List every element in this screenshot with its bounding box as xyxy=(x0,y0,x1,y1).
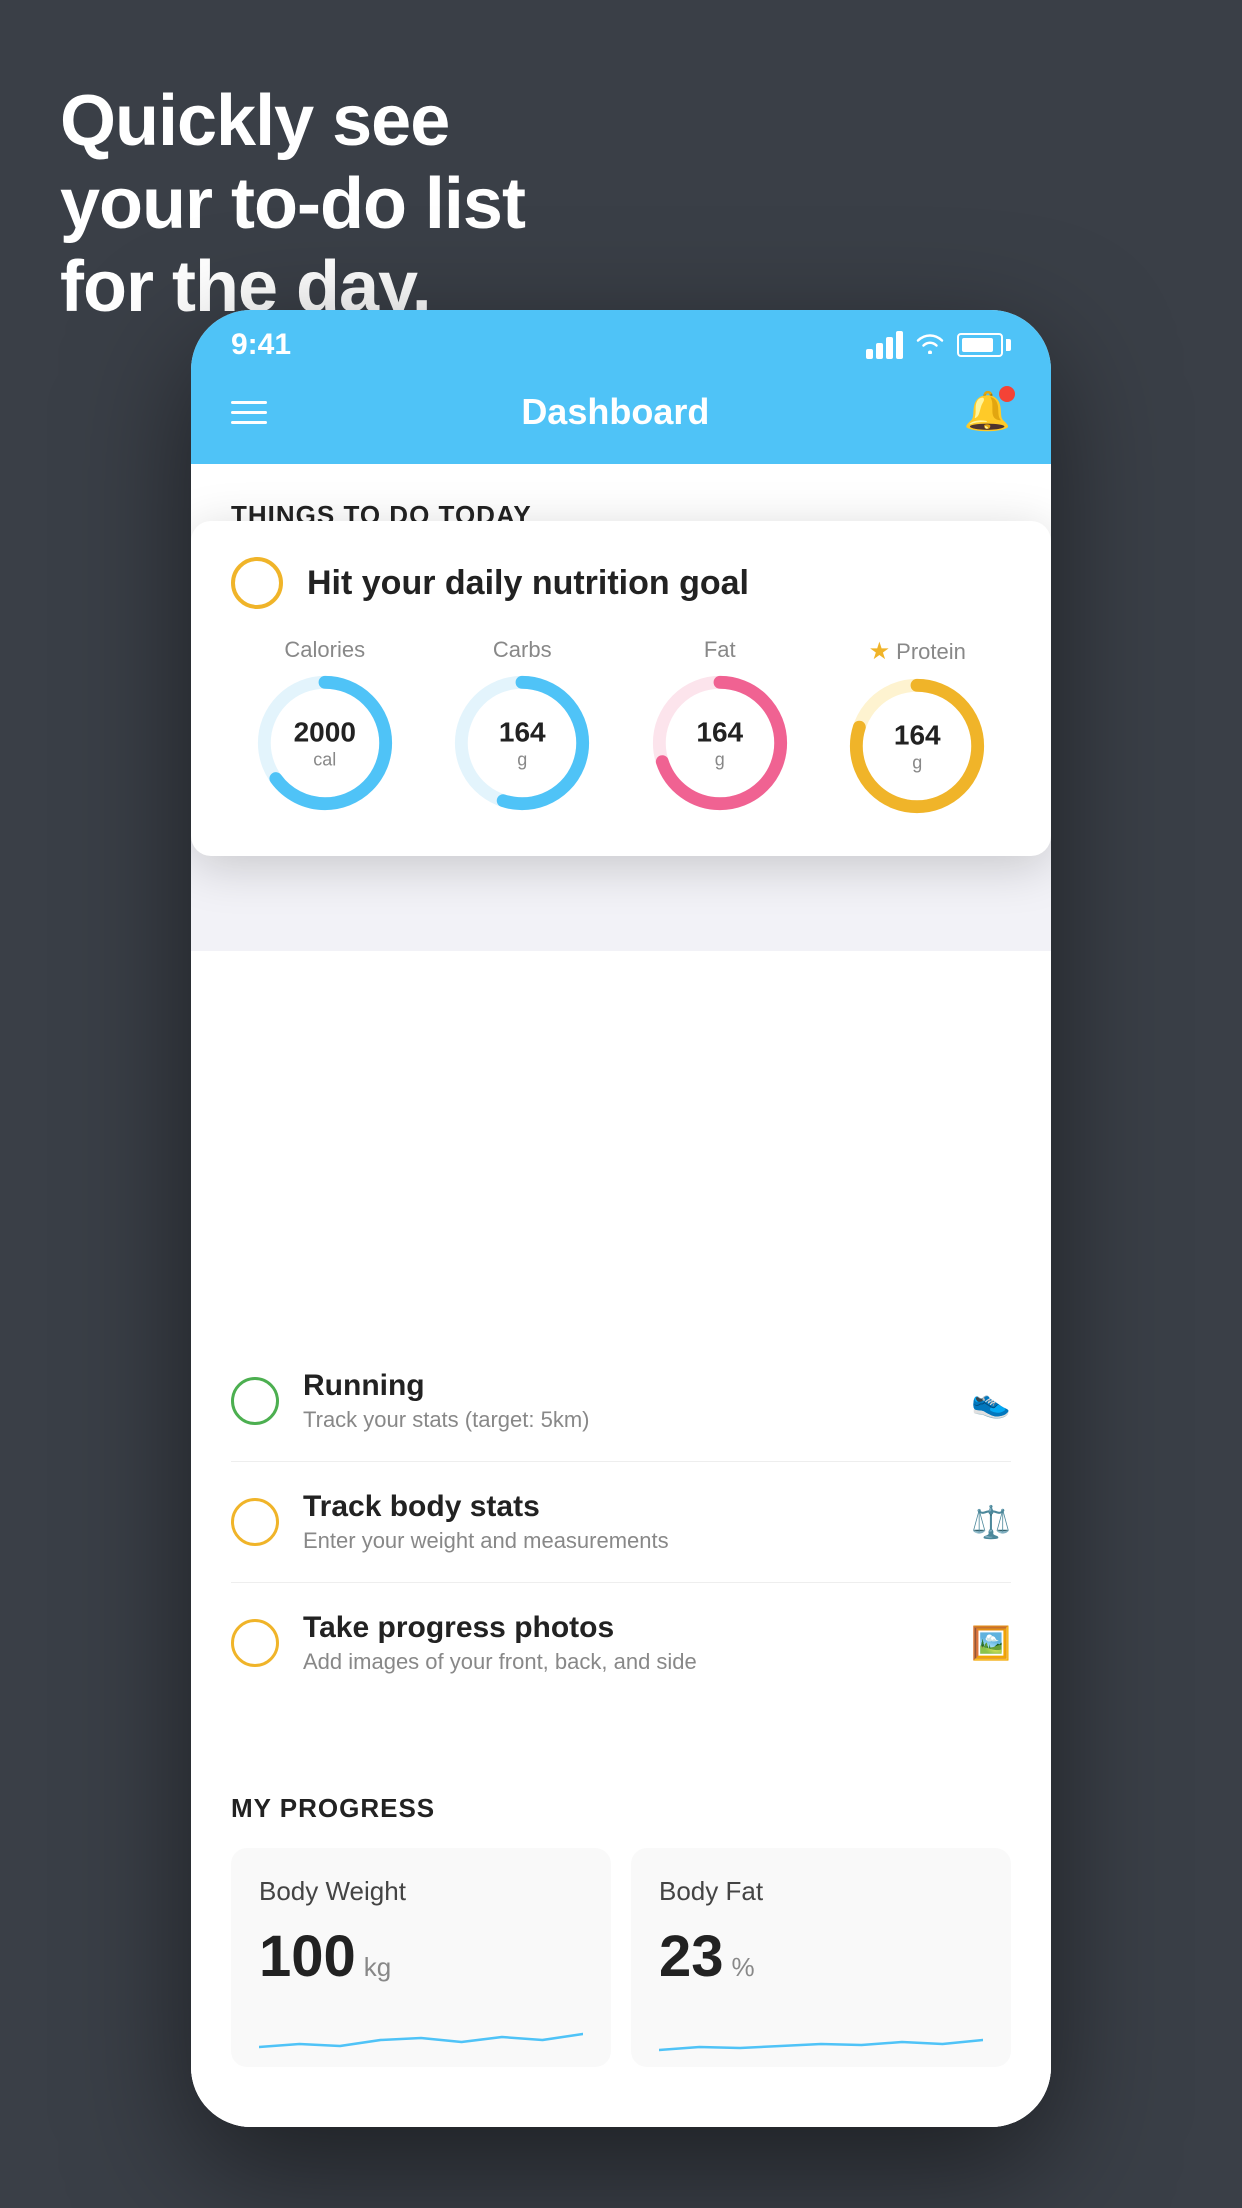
progress-card-title-1: Body Fat xyxy=(659,1876,983,1907)
todo-item-0[interactable]: Running Track your stats (target: 5km) 👟 xyxy=(231,1341,1011,1462)
hero-text: Quickly see your to-do list for the day. xyxy=(60,80,525,328)
donut-center-protein: 164 g xyxy=(894,718,941,773)
todo-subtitle-0: Track your stats (target: 5km) xyxy=(303,1407,947,1433)
progress-card-0[interactable]: Body Weight 100 kg xyxy=(231,1848,611,2067)
donut-center-carbs: 164 g xyxy=(499,715,546,770)
signal-icon xyxy=(866,331,903,359)
donut-value-carbs: 164 xyxy=(499,715,546,749)
todo-icon-0: 👟 xyxy=(971,1382,1011,1420)
progress-card-value-0: 100 kg xyxy=(259,1923,583,1990)
progress-card-title-0: Body Weight xyxy=(259,1876,583,1907)
todo-circle-1 xyxy=(231,1498,279,1546)
app-body: THINGS TO DO TODAY Hit your daily nutrit… xyxy=(191,464,1051,2127)
macro-item-calories: Calories 2000 cal xyxy=(255,637,395,813)
notification-badge xyxy=(999,386,1015,402)
todo-circle-0 xyxy=(231,1377,279,1425)
progress-card-unit-1: % xyxy=(732,1952,755,1983)
donut-value-fat: 164 xyxy=(696,715,743,749)
donut-unit-carbs: g xyxy=(499,749,546,771)
todo-text-1: Track body stats Enter your weight and m… xyxy=(303,1490,947,1554)
sparkline-1 xyxy=(659,2002,983,2062)
todo-title-0: Running xyxy=(303,1369,947,1403)
donut-center-fat: 164 g xyxy=(696,715,743,770)
nutrition-title: Hit your daily nutrition goal xyxy=(307,564,749,603)
header-title: Dashboard xyxy=(521,391,709,433)
progress-title: MY PROGRESS xyxy=(231,1793,1011,1824)
macro-item-fat: Fat 164 g xyxy=(650,637,790,813)
wifi-icon xyxy=(915,330,945,361)
todo-icon-1: ⚖️ xyxy=(971,1503,1011,1541)
donut-fat: 164 g xyxy=(650,673,790,813)
progress-value-number-1: 23 xyxy=(659,1923,724,1990)
todo-list: Running Track your stats (target: 5km) 👟… xyxy=(191,1341,1051,1703)
donut-unit-fat: g xyxy=(696,749,743,771)
app-header: Dashboard 🔔 xyxy=(191,370,1051,464)
sparkline-0 xyxy=(259,2002,583,2062)
battery-icon xyxy=(957,333,1011,357)
macro-item-carbs: Carbs 164 g xyxy=(452,637,592,813)
donut-value-calories: 2000 xyxy=(294,715,356,749)
menu-icon[interactable] xyxy=(231,401,267,424)
donut-unit-calories: cal xyxy=(294,749,356,771)
macro-label-carbs: Carbs xyxy=(493,637,552,663)
macro-label-fat: Fat xyxy=(704,637,736,663)
todo-icon-2: 🖼️ xyxy=(971,1624,1011,1662)
notification-button[interactable]: 🔔 xyxy=(964,390,1011,434)
macro-item-protein: ★Protein 164 g xyxy=(847,637,987,816)
todo-title-2: Take progress photos xyxy=(303,1611,947,1645)
star-icon: ★ xyxy=(869,637,891,666)
status-time: 9:41 xyxy=(231,328,291,362)
macro-label-protein: ★Protein xyxy=(869,637,966,666)
donut-unit-protein: g xyxy=(894,752,941,774)
todo-text-2: Take progress photos Add images of your … xyxy=(303,1611,947,1675)
nutrition-circle-check xyxy=(231,557,283,609)
progress-card-value-1: 23 % xyxy=(659,1923,983,1990)
progress-value-number-0: 100 xyxy=(259,1923,356,1990)
nutrition-macros: Calories 2000 cal Carbs 164 g Fat 164 g … xyxy=(231,637,1011,816)
status-icons xyxy=(866,330,1011,361)
todo-subtitle-1: Enter your weight and measurements xyxy=(303,1528,947,1554)
status-bar: 9:41 xyxy=(191,310,1051,370)
todo-title-1: Track body stats xyxy=(303,1490,947,1524)
nutrition-card-header: Hit your daily nutrition goal xyxy=(231,557,1011,609)
progress-cards: Body Weight 100 kg Body Fat 23 % xyxy=(231,1848,1011,2067)
todo-text-0: Running Track your stats (target: 5km) xyxy=(303,1369,947,1433)
todo-circle-2 xyxy=(231,1619,279,1667)
progress-card-unit-0: kg xyxy=(364,1952,391,1983)
phone-mockup: 9:41 Dashboard 🔔 xyxy=(191,310,1051,2127)
donut-protein: 164 g xyxy=(847,676,987,816)
todo-item-2[interactable]: Take progress photos Add images of your … xyxy=(231,1583,1011,1703)
todo-subtitle-2: Add images of your front, back, and side xyxy=(303,1649,947,1675)
donut-calories: 2000 cal xyxy=(255,673,395,813)
donut-center-calories: 2000 cal xyxy=(294,715,356,770)
nutrition-card: Hit your daily nutrition goal Calories 2… xyxy=(191,521,1051,856)
progress-section: MY PROGRESS Body Weight 100 kg Body Fat … xyxy=(191,1753,1051,2067)
todo-item-1[interactable]: Track body stats Enter your weight and m… xyxy=(231,1462,1011,1583)
donut-value-protein: 164 xyxy=(894,718,941,752)
macro-label-calories: Calories xyxy=(284,637,365,663)
donut-carbs: 164 g xyxy=(452,673,592,813)
progress-card-1[interactable]: Body Fat 23 % xyxy=(631,1848,1011,2067)
